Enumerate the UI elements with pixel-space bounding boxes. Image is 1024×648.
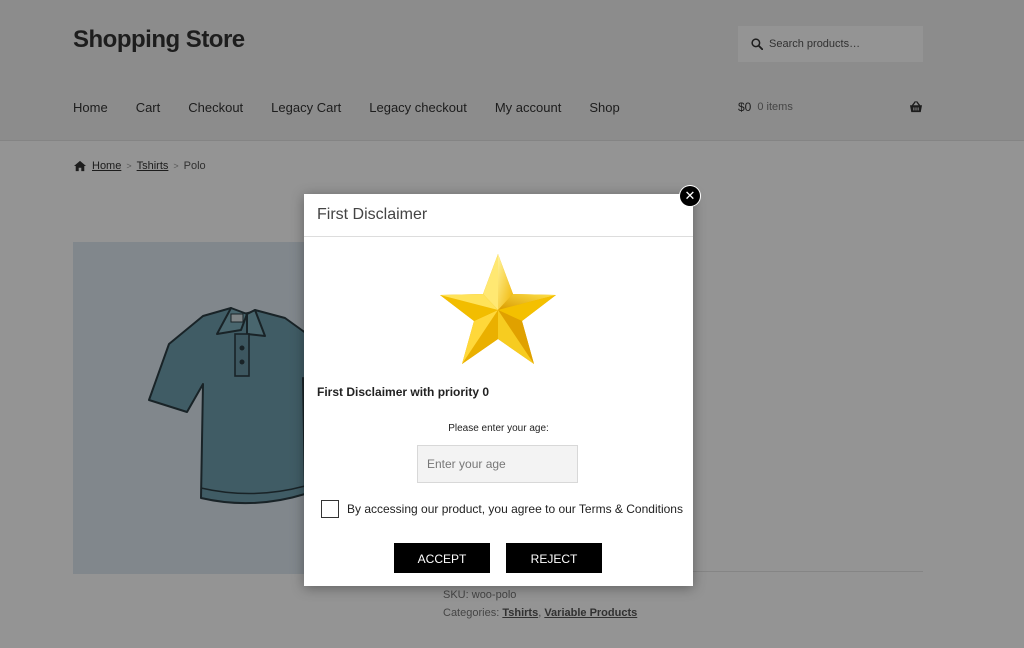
terms-row: By accessing our product, you agree to o…: [321, 500, 683, 518]
terms-checkbox[interactable]: [321, 500, 339, 518]
accept-button[interactable]: ACCEPT: [394, 543, 490, 573]
disclaimer-modal: First Disclaimer First Disclaimer with p…: [304, 194, 693, 586]
modal-title: First Disclaimer: [304, 194, 693, 237]
close-icon[interactable]: ✕: [680, 186, 700, 206]
star-icon: [440, 254, 556, 364]
disclaimer-heading: First Disclaimer with priority 0: [317, 385, 490, 399]
age-label: Please enter your age:: [448, 423, 549, 434]
age-input[interactable]: [417, 445, 578, 483]
reject-button[interactable]: REJECT: [506, 543, 602, 573]
star-image: [438, 252, 558, 368]
terms-text: By accessing our product, you agree to o…: [347, 502, 683, 516]
page: Shopping Store Home Cart Checkout Legacy…: [0, 0, 1024, 648]
